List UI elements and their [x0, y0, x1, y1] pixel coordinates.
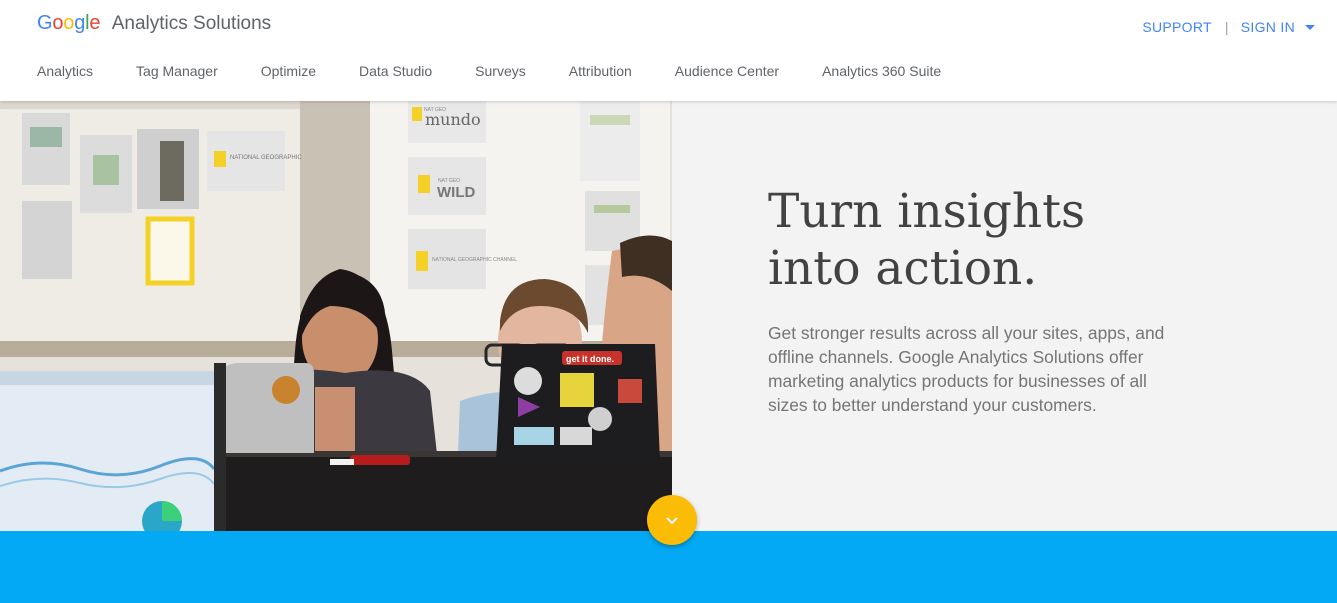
hero-photo: NATIONAL GEOGRAPHIC NAT GEO mundo NAT GE…: [0, 101, 672, 531]
scroll-down-button[interactable]: [647, 495, 697, 545]
natgeo-sign: NATIONAL GEOGRAPHIC: [230, 155, 302, 161]
logo-letter: G: [37, 12, 53, 34]
support-link[interactable]: SUPPORT: [1142, 19, 1212, 35]
hero-title-line2: into action.: [768, 241, 1038, 296]
chevron-down-icon: [666, 517, 678, 525]
site-header: Google Analytics Solutions SUPPORT | SIG…: [0, 0, 1337, 101]
logo-letter: o: [63, 12, 75, 34]
sign-in-link[interactable]: SIGN IN: [1241, 19, 1295, 35]
natgeo-channel-sign: NATIONAL GEOGRAPHIC CHANNEL: [432, 257, 517, 263]
wild-sign: WILD: [437, 184, 475, 201]
nav-item-surveys[interactable]: Surveys: [475, 62, 526, 80]
hero-photo-illustration: NATIONAL GEOGRAPHIC NAT GEO mundo NAT GE…: [0, 101, 672, 531]
get-it-done-sticker: get it done.: [566, 354, 614, 364]
nav-item-attribution[interactable]: Attribution: [569, 62, 632, 80]
hero-title-line1: Turn insights: [768, 184, 1086, 239]
nav-item-optimize[interactable]: Optimize: [261, 62, 316, 80]
separator: |: [1224, 19, 1229, 35]
logo-letter: e: [89, 12, 101, 34]
hero-description: Get stronger results across all your sit…: [768, 323, 1165, 415]
mundo-sign: mundo: [425, 110, 481, 129]
nav-item-tag-manager[interactable]: Tag Manager: [136, 62, 218, 80]
brand[interactable]: Google Analytics Solutions: [37, 11, 271, 36]
nav-item-audience-center[interactable]: Audience Center: [675, 62, 779, 80]
product-nav: Analytics Tag Manager Optimize Data Stud…: [37, 62, 984, 80]
nav-item-data-studio[interactable]: Data Studio: [359, 62, 432, 80]
logo-letter: o: [52, 12, 64, 34]
logo-letter: g: [74, 12, 86, 34]
nav-item-analytics[interactable]: Analytics: [37, 62, 93, 80]
google-logo[interactable]: Google: [37, 12, 106, 34]
hero-title: Turn insights into action.: [768, 183, 1085, 297]
caret-down-icon[interactable]: [1305, 24, 1315, 30]
nav-item-analytics-360-suite[interactable]: Analytics 360 Suite: [822, 62, 941, 80]
product-name: Analytics Solutions: [111, 13, 272, 34]
hero-section: NATIONAL GEOGRAPHIC NAT GEO mundo NAT GE…: [0, 101, 1337, 531]
account-links: SUPPORT | SIGN IN: [1142, 19, 1315, 35]
